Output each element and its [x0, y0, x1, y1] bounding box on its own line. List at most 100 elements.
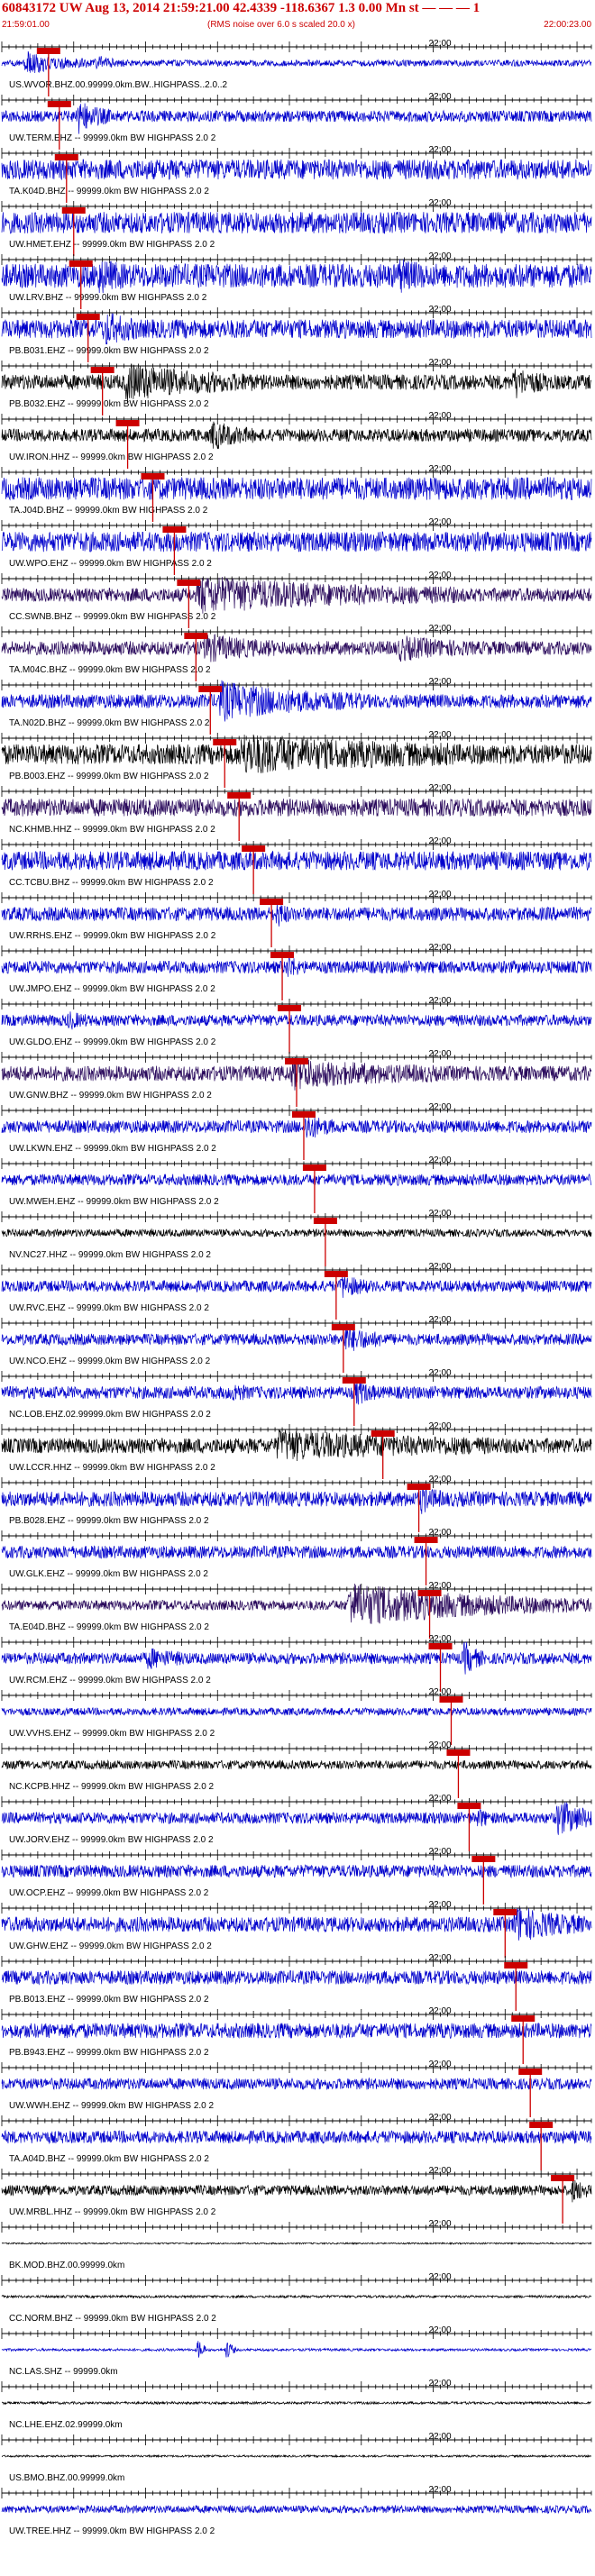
station-label: UW.WPO.EHZ -- 99999.0km BW HIGHPASS 2.0 …	[9, 559, 212, 569]
station-label: UW.JMPO.EHZ -- 99999.0km BW HIGHPASS 2.0…	[9, 984, 215, 994]
trace-row: 22:00 TA.M04C.BHZ -- 99999.0km BW HIGHPAS…	[1, 624, 592, 681]
trace-row: 22:00 NC.KCPB.HHZ -- 99999.0km BW HIGHPAS…	[1, 1740, 592, 1798]
trace-row: 22:00 PB.B013.EHZ -- 99999.0km BW HIGHPAS…	[1, 1953, 592, 2011]
minute-label: 22:00	[429, 411, 452, 421]
waveform	[1, 1173, 592, 1187]
pick-marker	[115, 420, 140, 426]
trace-row: 22:00 UW.RRHS.EHZ -- 99999.0km BW HIGHPAS…	[1, 890, 592, 947]
station-label: UW.MRBL.HHZ -- 99999.0km BW HIGHPASS 2.0…	[9, 2207, 216, 2217]
pick-marker	[278, 1005, 302, 1011]
waveform	[1, 1864, 592, 1879]
minute-label: 22:00	[429, 358, 452, 368]
trace-row: 22:00 UW.RVC.EHZ -- 99999.0km BW HIGHPASS…	[1, 1262, 592, 1320]
pick-marker	[529, 2122, 554, 2128]
pick-marker	[417, 1590, 442, 1596]
station-label: PB.B028.EHZ -- 99999.0km BW HIGHPASS 2.0…	[9, 1516, 209, 1526]
minute-label: 22:00	[429, 2219, 452, 2229]
pick-marker	[141, 473, 165, 480]
minute-label: 22:00	[429, 1528, 452, 1538]
station-label: NC.LAS.SHZ -- 99999.0km	[9, 2367, 118, 2377]
waveform	[1, 2504, 592, 2515]
trace-row: 22:00 TA.K04D.BHZ -- 99999.0km BW HIGHPAS…	[1, 145, 592, 203]
trace-row: 22:00 BK.MOD.BHZ.00.99999.0km	[1, 2219, 592, 2270]
waveform	[1, 2022, 592, 2040]
station-label: PB.B003.EHZ -- 99999.0km BW HIGHPASS 2.0…	[9, 772, 209, 781]
station-label: NC.LOB.EHZ.02.99999.0km BW HIGHPASS 2.0 …	[9, 1410, 211, 1420]
waveform	[1, 633, 592, 662]
minute-label: 22:00	[429, 1740, 452, 1750]
trace-row: 22:00 PB.B032.EHZ -- 99999.0km BW HIGHPAS…	[1, 358, 592, 416]
trace-row: 22:00 UW.GLDO.EHZ -- 99999.0km BW HIGHPAS…	[1, 996, 592, 1054]
pick-marker	[407, 1484, 431, 1490]
waveform	[1, 159, 592, 181]
minute-label: 22:00	[429, 1368, 452, 1378]
pick-marker	[242, 845, 266, 852]
minute-label: 22:00	[429, 1953, 452, 1963]
minute-label: 22:00	[429, 890, 452, 900]
pick-marker	[61, 207, 86, 214]
station-label: UW.RVC.EHZ -- 99999.0km BW HIGHPASS 2.0 …	[9, 1303, 209, 1313]
pick-marker	[313, 1218, 337, 1224]
trace-row: 22:00 CC.SWNB.BHZ -- 99999.0km BW HIGHPAS…	[1, 571, 592, 628]
station-label: UW.OCP.EHZ -- 99999.0km BW HIGHPASS 2.0 …	[9, 1888, 209, 1898]
waveform	[1, 103, 592, 134]
minute-label: 22:00	[429, 836, 452, 846]
pick-marker	[324, 1271, 348, 1277]
trace-row: 22:00 PB.B028.EHZ -- 99999.0km BW HIGHPAS…	[1, 1475, 592, 1532]
minute-label: 22:00	[429, 2485, 452, 2495]
station-label: UW.LKWN.EHZ -- 99999.0km BW HIGHPASS 2.0…	[9, 1144, 216, 1154]
station-label: TA.M04C.BHZ -- 99999.0km BW HIGHPASS 2.0…	[9, 665, 211, 675]
minute-label: 22:00	[429, 464, 452, 474]
minute-label: 22:00	[429, 783, 452, 793]
waveform	[1, 735, 592, 773]
pick-marker	[302, 1165, 326, 1171]
trace-row: 22:00 UW.GLK.EHZ -- 99999.0km BW HIGHPASS…	[1, 1528, 592, 1585]
station-label: UW.VVHS.EHZ -- 99999.0km BW HIGHPASS 2.0…	[9, 1729, 215, 1739]
pick-marker	[446, 1749, 471, 1756]
pick-marker	[90, 367, 114, 373]
station-label: UW.WWH.EHZ -- 99999.0km BW HIGHPASS 2.0 …	[9, 2101, 215, 2111]
minute-label: 22:00	[429, 2379, 452, 2389]
waveform	[1, 421, 592, 450]
station-label: US.BMO.BHZ.00.99999.0km	[9, 2473, 124, 2483]
waveform	[1, 2453, 591, 2459]
trace-row: 22:00 UW.LCCR.HHZ -- 99999.0km BW HIGHPAS…	[1, 1421, 592, 1479]
pick-marker	[177, 580, 201, 586]
minute-label: 22:00	[429, 1794, 452, 1804]
trace-row: 22:00 UW.LRV.BHZ -- 99999.0km BW HIGHPASS…	[1, 251, 592, 309]
station-label: UW.GHW.EHZ -- 99999.0km BW HIGHPASS 2.0 …	[9, 1941, 212, 1951]
pick-marker	[162, 526, 187, 533]
minute-label: 22:00	[429, 1581, 452, 1591]
trace-row: 22:00 UW.WWH.EHZ -- 99999.0km BW HIGHPASS…	[1, 2060, 592, 2117]
pick-marker	[471, 1856, 496, 1862]
waveform	[1, 476, 592, 501]
minute-label: 22:00	[429, 996, 452, 1006]
waveform	[1, 1116, 592, 1138]
trace-row: 22:00 NV.NC27.HHZ -- 99999.0km BW HIGHPAS…	[1, 1209, 592, 1266]
waveform	[1, 850, 592, 872]
waveform	[1, 1758, 592, 1770]
pick-marker	[518, 2069, 543, 2075]
seismogram-plot: 22:00 US.WVOR.BHZ.00.99999.0km.BW..HIGHPA…	[1, 39, 592, 2536]
minute-label: 22:00	[429, 92, 452, 102]
station-label: UW.JORV.EHZ -- 99999.0km BW HIGHPASS 2.0…	[9, 1835, 214, 1845]
station-label: UW.GLK.EHZ -- 99999.0km BW HIGHPASS 2.0 …	[9, 1569, 208, 1579]
trace-row: 22:00 UW.VVHS.EHZ -- 99999.0km BW HIGHPAS…	[1, 1687, 592, 1745]
trace-row: 22:00 UW.GNW.BHZ -- 99999.0km BW HIGHPASS…	[1, 1049, 592, 1107]
waveform	[1, 1802, 592, 1835]
minute-label: 22:00	[429, 1049, 452, 1059]
minute-label: 22:00	[429, 677, 452, 687]
station-label: UW.RRHS.EHZ -- 99999.0km BW HIGHPASS 2.0…	[9, 931, 216, 941]
station-label: TA.K04D.BHZ -- 99999.0km BW HIGHPASS 2.0…	[9, 187, 209, 196]
pick-marker	[371, 1430, 395, 1437]
trace-row: 22:00 NC.KHMB.HHZ -- 99999.0km BW HIGHPAS…	[1, 783, 592, 841]
waveform	[1, 363, 592, 403]
station-label: UW.GLDO.EHZ -- 99999.0km BW HIGHPASS 2.0…	[9, 1037, 216, 1047]
minute-label: 22:00	[429, 2006, 452, 2016]
pick-marker	[47, 101, 71, 107]
station-label: UW.GNW.BHZ -- 99999.0km BW HIGHPASS 2.0 …	[9, 1091, 212, 1101]
trace-row: 22:00 UW.MRBL.HHZ -- 99999.0km BW HIGHPAS…	[1, 2166, 592, 2224]
station-label: PB.B032.EHZ -- 99999.0km BW HIGHPASS 2.0…	[9, 399, 209, 409]
trace-row: 22:00 UW.HMET.EHZ -- 99999.0km BW HIGHPAS…	[1, 198, 592, 256]
waveform	[1, 1706, 592, 1717]
